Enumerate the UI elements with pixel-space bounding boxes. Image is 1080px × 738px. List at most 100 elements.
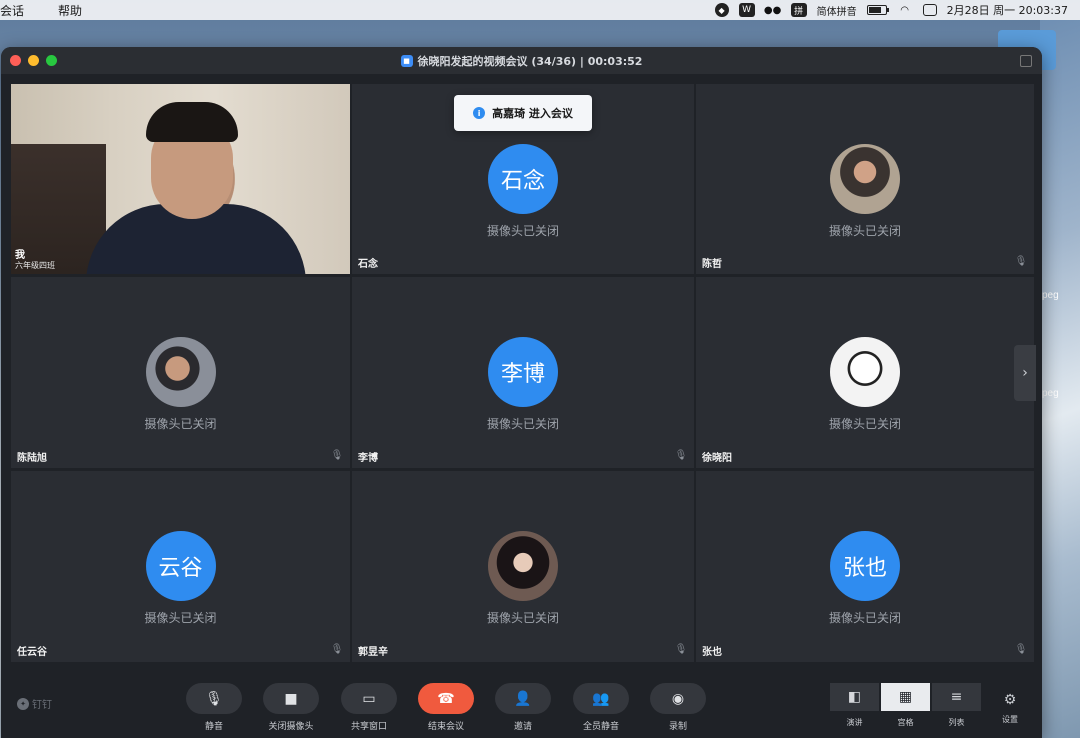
- screen-share-icon: ▭: [341, 683, 397, 714]
- mic-muted-icon: 🎙: [674, 449, 688, 461]
- avatar: 张也: [830, 531, 900, 601]
- avatar: [830, 144, 900, 214]
- settings-label: 设置: [1002, 715, 1018, 724]
- record-icon: ◉: [650, 683, 706, 714]
- notification-text: 高嘉琦 进入会议: [492, 107, 573, 120]
- mute-all-button[interactable]: 👥 全员静音: [569, 683, 633, 735]
- avatar: [145, 337, 216, 407]
- window-controls: [10, 55, 57, 66]
- avatar: 李博: [488, 337, 558, 407]
- meeting-window: ■ 徐晓阳发起的视频会议 (34/36) | 00:03:52 我 六年级四班 …: [1, 47, 1042, 738]
- participant-tile[interactable]: 摄像头已关闭 陈哲 🎙: [696, 84, 1034, 274]
- desktop-file-label[interactable]: peg: [1042, 388, 1059, 399]
- camera-off-label: 摄像头已关闭: [486, 417, 559, 431]
- app-status-icon[interactable]: ◆: [714, 3, 729, 17]
- self-hair: [146, 102, 238, 142]
- mic-muted-icon: 🎙: [330, 449, 344, 461]
- camera-off-label: 摄像头已关闭: [486, 224, 559, 238]
- mute-all-icon: 👥: [573, 683, 629, 714]
- view-grid-button[interactable]: ▦ 宫格: [881, 683, 930, 735]
- end-meeting-button[interactable]: ☎ 结束会议: [414, 683, 478, 735]
- dingtalk-logo-icon: ✦: [17, 697, 29, 710]
- participant-tile[interactable]: 摄像头已关闭 郭昱辛 🎙: [352, 471, 694, 662]
- fullscreen-window-button[interactable]: [46, 55, 57, 66]
- wifi-icon[interactable]: ◠: [897, 3, 913, 17]
- wps-icon[interactable]: W: [738, 3, 755, 17]
- record-label: 录制: [668, 722, 687, 732]
- minimize-window-button[interactable]: [28, 55, 39, 66]
- participant-name: 郭昱辛: [358, 647, 388, 658]
- invite-label: 邀请: [513, 722, 532, 732]
- camera-off-label: 摄像头已关闭: [828, 611, 901, 625]
- camera-off-label: 摄像头已关闭: [144, 417, 217, 431]
- view-list-label: 列表: [948, 718, 965, 727]
- participant-tile[interactable]: 摄像头已关闭 陈陆旭 🎙: [11, 277, 350, 468]
- desktop-file-label[interactable]: peg: [1042, 290, 1059, 301]
- video-camera-icon: ■: [263, 683, 319, 714]
- join-notification: i 高嘉琦 进入会议: [454, 95, 592, 131]
- close-window-button[interactable]: [10, 55, 21, 66]
- share-label: 共享窗口: [350, 722, 387, 732]
- camera-off-label: 摄像头已关闭: [828, 417, 901, 431]
- info-icon: i: [473, 107, 486, 119]
- participant-name: 陈陆旭: [17, 453, 47, 464]
- invite-button[interactable]: 👤 邀请: [491, 683, 555, 735]
- desktop-background: [1040, 20, 1080, 738]
- microphone-icon: 🎙: [186, 683, 242, 714]
- mute-all-label: 全员静音: [582, 722, 619, 732]
- participant-name: 陈哲: [702, 259, 722, 270]
- participant-tile[interactable]: 李博 摄像头已关闭 李博 🎙: [352, 277, 694, 468]
- view-mode-group: ◧ 演讲 ▦ 宫格 ≡ 列表: [830, 683, 981, 735]
- self-video-tile[interactable]: 我 六年级四班: [11, 84, 350, 274]
- camera-off-label: 摄像头已关闭: [486, 611, 559, 625]
- avatar: [830, 337, 900, 407]
- view-list-button[interactable]: ≡ 列表: [932, 683, 981, 735]
- mic-muted-icon: 🎙: [1014, 643, 1028, 655]
- mute-label: 静音: [204, 722, 223, 732]
- input-method-label[interactable]: 简体拼音: [817, 3, 857, 18]
- participant-name: 任云谷: [17, 647, 47, 658]
- settings-button[interactable]: ⚙ 设置: [995, 692, 1025, 725]
- participant-name: 石念: [358, 259, 378, 270]
- participant-name: 张也: [702, 647, 722, 658]
- gear-icon: ⚙: [1003, 692, 1017, 708]
- view-speaker-label: 演讲: [846, 718, 863, 727]
- battery-icon[interactable]: [866, 5, 889, 15]
- share-window-button[interactable]: ▭ 共享窗口: [337, 683, 401, 735]
- view-speaker-button[interactable]: ◧ 演讲: [830, 683, 879, 735]
- menu-session[interactable]: 会话: [0, 2, 24, 19]
- control-center-icon[interactable]: [922, 4, 937, 16]
- next-page-button[interactable]: ›: [1014, 345, 1036, 401]
- participant-name: 李博: [358, 453, 378, 464]
- add-person-icon: 👤: [495, 683, 551, 714]
- expand-icon[interactable]: [1020, 55, 1032, 67]
- grid-layout-icon: ▦: [881, 683, 930, 711]
- list-layout-icon: ≡: [932, 683, 981, 711]
- hang-up-icon: ☎: [418, 683, 474, 714]
- mute-button[interactable]: 🎙 静音: [182, 683, 246, 735]
- self-subtitle: 六年级四班: [15, 261, 55, 270]
- participant-tile[interactable]: 张也 摄像头已关闭 张也 🎙: [696, 471, 1034, 662]
- camera-off-label: 摄像头已关闭: [828, 224, 901, 238]
- participant-tile[interactable]: 云谷 摄像头已关闭 任云谷 🎙: [11, 471, 350, 662]
- menu-bar: 会话 帮助 ◆ W ●● 拼 简体拼音 ◠ 2月28日 周一 20:03:37: [0, 0, 1080, 20]
- meeting-toolbar: ✦ 钉钉 🎙 静音 ■ 关闭摄像头 ▭ 共享窗口 ☎ 结束会议 👤 邀请 👥 全…: [1, 672, 1042, 738]
- avatar: [488, 531, 558, 601]
- video-grid: 我 六年级四班 石念 摄像头已关闭 石念 摄像头已关闭 陈哲 🎙 摄像头已关闭 …: [11, 84, 1034, 663]
- wechat-icon[interactable]: ●●: [764, 3, 781, 17]
- window-title: 徐晓阳发起的视频会议 (34/36) | 00:03:52: [417, 54, 643, 68]
- speaker-layout-icon: ◧: [830, 683, 879, 711]
- camera-off-label: 摄像头已关闭: [144, 611, 217, 625]
- camera-toggle-button[interactable]: ■ 关闭摄像头: [259, 683, 323, 735]
- clock[interactable]: 2月28日 周一 20:03:37: [947, 2, 1068, 18]
- participant-name: 徐晓阳: [702, 453, 732, 464]
- self-name: 我: [15, 250, 25, 261]
- mic-muted-icon: 🎙: [330, 643, 344, 655]
- record-button[interactable]: ◉ 录制: [646, 683, 710, 735]
- avatar: 云谷: [145, 531, 216, 601]
- view-grid-label: 宫格: [897, 718, 914, 727]
- lock-icon: ■: [400, 54, 413, 67]
- menu-help[interactable]: 帮助: [58, 2, 82, 19]
- input-method-icon[interactable]: 拼: [790, 3, 807, 17]
- participant-tile[interactable]: 摄像头已关闭 徐晓阳: [696, 277, 1034, 468]
